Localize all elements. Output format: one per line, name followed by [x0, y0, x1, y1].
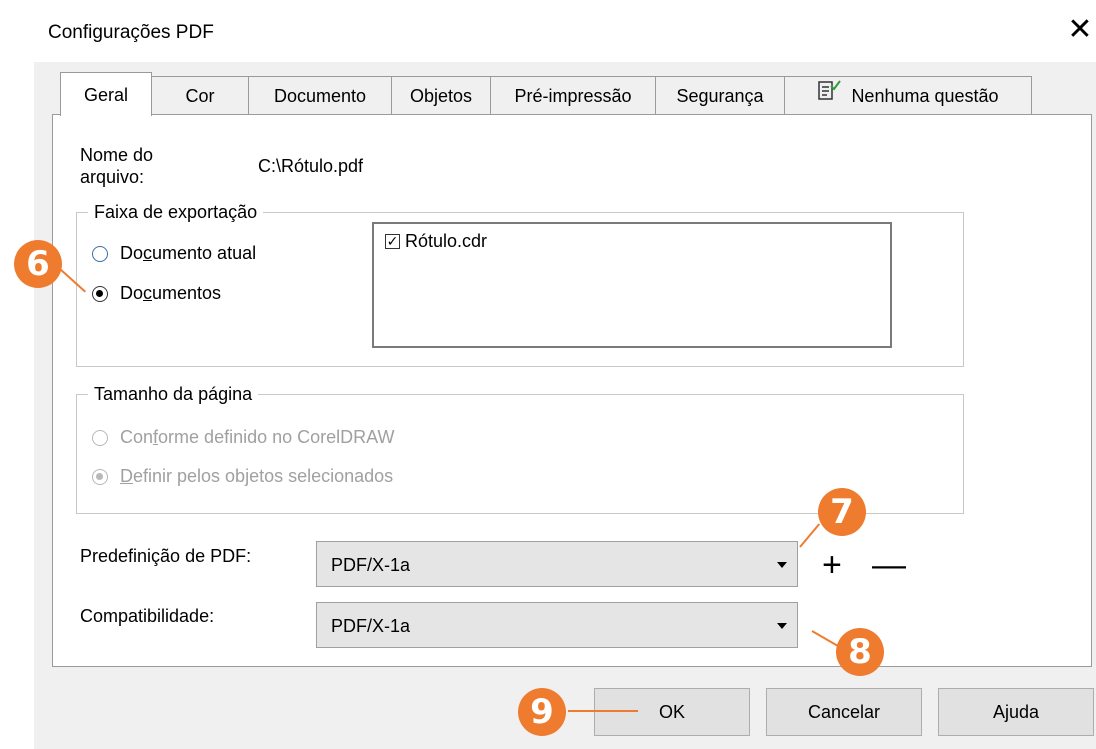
as-defined-label: Conforme definido no CorelDRAW: [120, 427, 395, 447]
radio-documents[interactable]: [92, 286, 108, 302]
compatibility-value: PDF/X-1a: [331, 616, 411, 636]
compatibility-label: Compatibilidade:: [80, 606, 215, 626]
tab-objetos[interactable]: Objetos: [391, 76, 491, 114]
close-icon: ✕: [1067, 13, 1093, 46]
tab-label: Nenhuma questão: [851, 86, 999, 106]
filename-value: C:\Rótulo.pdf: [258, 156, 364, 176]
current-document-label[interactable]: Documento atual: [120, 243, 256, 264]
help-button[interactable]: Ajuda: [938, 688, 1094, 736]
export-range-title: Faixa de exportação: [88, 202, 264, 223]
chevron-down-icon: [777, 562, 787, 568]
tab-documento[interactable]: Documento: [248, 76, 392, 114]
dialog-title: Configurações PDF: [48, 22, 214, 43]
close-button[interactable]: ✕: [1066, 14, 1094, 46]
chevron-down-icon: [777, 623, 787, 629]
checklist-icon: [817, 78, 842, 116]
callout-badge-7: 7: [818, 488, 866, 536]
radio-current-document[interactable]: [92, 246, 108, 262]
filename-label: Nome do arquivo:: [80, 145, 154, 187]
tab-label: Objetos: [409, 86, 473, 106]
callout-9-line: [568, 710, 638, 712]
minus-icon: —: [872, 546, 906, 584]
tab-label: Cor: [185, 86, 215, 106]
callout-badge-9: 9: [518, 688, 566, 736]
tab-seguranca[interactable]: Segurança: [655, 76, 785, 114]
radio-as-defined[interactable]: [92, 430, 108, 446]
tab-label: Geral: [83, 85, 128, 105]
documents-label[interactable]: Documentos: [120, 283, 221, 304]
selected-objects-label: Definir pelos objetos selecionados: [120, 466, 394, 486]
compatibility-dropdown[interactable]: PDF/X-1a: [316, 602, 798, 648]
ok-button[interactable]: OK: [594, 688, 750, 736]
callout-badge-8: 8: [836, 628, 884, 676]
document-item-label[interactable]: Rótulo.cdr: [405, 231, 487, 252]
page-size-title: Tamanho da página: [88, 384, 259, 405]
document-checkbox[interactable]: ✓: [385, 234, 400, 249]
tab-pre-impressao[interactable]: Pré-impressão: [490, 76, 656, 114]
plus-icon: +: [822, 546, 842, 584]
tab-nenhuma-questao[interactable]: Nenhuma questão: [784, 76, 1032, 114]
preset-value: PDF/X-1a: [331, 555, 411, 575]
add-preset-button[interactable]: +: [822, 548, 842, 582]
tab-cor[interactable]: Cor: [151, 76, 249, 114]
tab-label: Documento: [273, 86, 367, 106]
radio-selected-objects[interactable]: [92, 469, 108, 485]
remove-preset-button[interactable]: —: [872, 548, 906, 582]
tab-label: Pré-impressão: [514, 86, 632, 106]
tab-geral[interactable]: Geral: [60, 72, 152, 116]
tab-label: Segurança: [676, 86, 764, 106]
cancel-button[interactable]: Cancelar: [766, 688, 922, 736]
preset-dropdown[interactable]: PDF/X-1a: [316, 541, 798, 587]
preset-label: Predefinição de PDF:: [80, 546, 252, 566]
callout-badge-6: 6: [14, 240, 62, 288]
